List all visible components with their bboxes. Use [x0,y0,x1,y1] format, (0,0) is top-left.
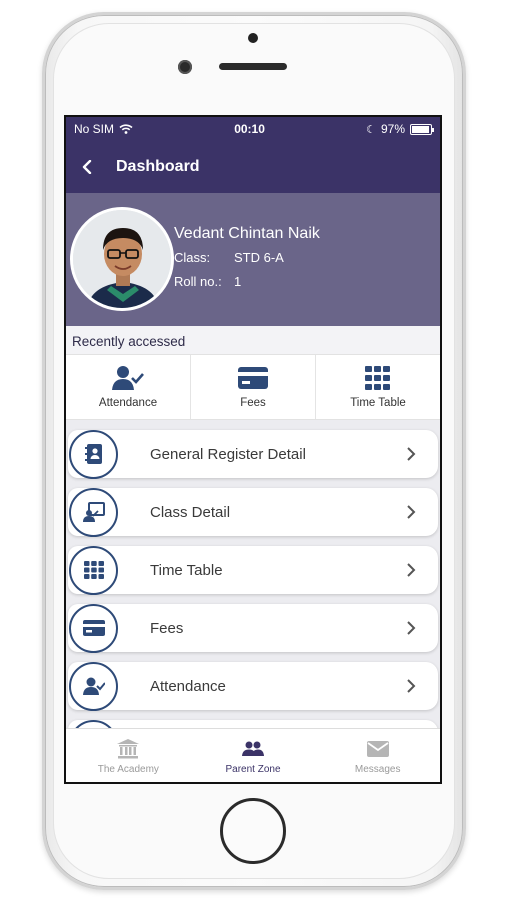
menu-label: Class Detail [150,503,231,521]
moon-icon: ☾ [366,123,376,136]
menu-icon-circle [69,545,118,595]
grid-icon [83,561,104,579]
grid-icon [365,366,390,390]
student-profile-card: Vedant Chintan Naik Class: STD 6-A Roll … [66,193,440,326]
carrier-label: No SIM [74,122,115,136]
tab-label: Messages [354,764,401,775]
quick-label: Attendance [98,397,158,409]
parents-icon [242,741,264,756]
menu-attendance[interactable]: Attendance [68,661,438,711]
tab-messages[interactable]: Messages [315,729,440,782]
status-bar: No SIM 00:10 ☾ 97% [66,117,440,141]
quick-fees[interactable]: Fees [191,355,316,419]
back-arrow-icon[interactable] [80,160,94,174]
battery-percent: 97% [380,122,405,136]
tab-label: Parent Zone [225,764,281,775]
wifi-icon [119,124,133,134]
class-presentation-icon [82,502,105,522]
quick-label: Time Table [350,397,406,409]
class-key: Class: [174,250,211,265]
institution-icon [117,739,140,759]
menu-icon-circle [69,429,118,479]
quick-time-table[interactable]: Time Table [316,355,440,419]
app-screen: No SIM 00:10 ☾ 97% Dashboard Vedant Chin… [64,115,442,784]
battery-icon [410,123,434,135]
menu-icon-circle [69,661,118,711]
class-row: Class: STD 6-A [174,250,284,265]
menu-class-detail[interactable]: Class Detail [68,487,438,537]
attendance-icon [82,677,105,695]
menu-label: General Register Detail [150,445,306,463]
roll-value: 1 [234,274,242,289]
tab-label: The Academy [97,764,159,775]
menu-general-register-detail[interactable]: General Register Detail [68,429,438,479]
front-camera [178,60,192,74]
menu-icon-circle [69,603,118,653]
chevron-right-icon [407,563,416,577]
menu-list: General Register Detail Class Detail Tim… [66,420,440,769]
menu-label: Fees [150,619,184,637]
fees-card-icon [82,620,105,636]
bottom-tab-bar: The Academy Parent Zone Messages [66,728,440,782]
tab-parent-zone[interactable]: Parent Zone [191,729,316,782]
menu-label: Attendance [150,677,226,695]
contact-book-icon [84,444,102,464]
menu-icon-circle [69,487,118,537]
clock: 00:10 [234,122,265,136]
roll-key: Roll no.: [174,274,222,289]
menu-label: Time Table [150,561,223,579]
home-button[interactable] [220,798,286,864]
quick-attendance[interactable]: Attendance [66,355,191,419]
earpiece-speaker [219,63,287,70]
envelope-icon [366,741,389,757]
menu-fees[interactable]: Fees [68,603,438,653]
nav-bar: Dashboard [66,141,440,193]
chevron-right-icon [407,621,416,635]
quick-label: Fees [240,397,266,409]
recently-accessed-heading: Recently accessed [66,326,440,354]
fees-card-icon [238,367,268,389]
attendance-icon [112,366,144,390]
recently-accessed-row: Attendance Fees Time Table [66,354,440,420]
chevron-right-icon [407,679,416,693]
top-sensor [248,33,258,43]
class-value: STD 6-A [234,250,284,265]
tab-the-academy[interactable]: The Academy [66,729,191,782]
student-name: Vedant Chintan Naik [174,225,320,242]
student-avatar[interactable] [70,207,174,311]
chevron-right-icon [407,447,416,461]
menu-time-table[interactable]: Time Table [68,545,438,595]
roll-row: Roll no.: 1 [174,274,241,289]
page-title: Dashboard [116,158,200,175]
chevron-right-icon [407,505,416,519]
